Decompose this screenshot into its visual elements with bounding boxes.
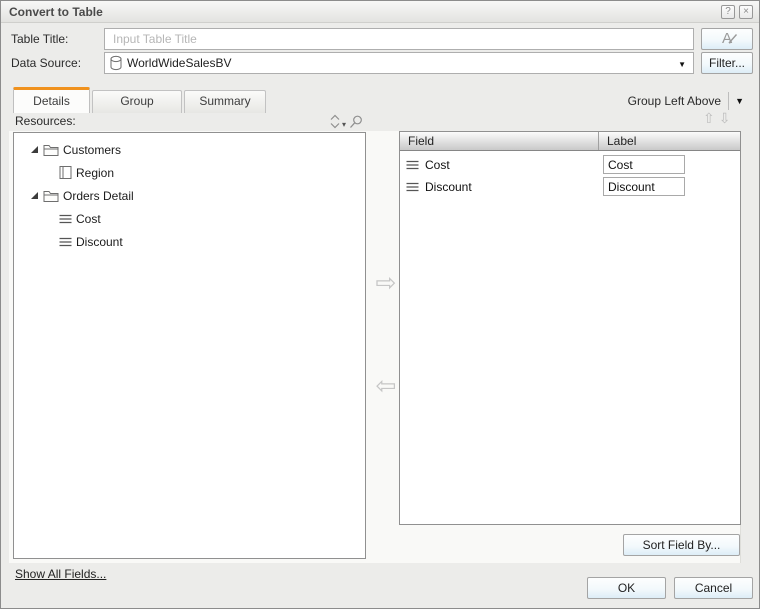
tree-node-label: Orders Detail	[63, 189, 134, 203]
fields-table: Field Label Cost Discount	[399, 131, 741, 525]
move-up-icon[interactable]: ⇧	[703, 110, 719, 126]
show-all-fields-link[interactable]: Show All Fields...	[15, 567, 106, 581]
tab-summary[interactable]: Summary	[184, 90, 266, 113]
panel-icon	[59, 165, 72, 180]
fields-table-body: Cost Discount	[400, 151, 740, 198]
combo-dropdown-icon[interactable]: ▼	[678, 60, 686, 69]
convert-to-table-dialog: Convert to Table ? × Table Title: A Data…	[0, 0, 760, 609]
column-header-field: Field	[400, 132, 599, 150]
tree-node-cost[interactable]: Cost	[14, 207, 365, 230]
table-title-label: Table Title:	[11, 28, 68, 50]
expanded-triangle-icon[interactable]	[31, 192, 38, 199]
tree-node-label: Customers	[63, 143, 121, 157]
field-icon	[59, 213, 72, 225]
column-header-label: Label	[599, 132, 740, 150]
data-source-label: Data Source:	[11, 52, 81, 74]
move-field-arrows: ⇧⇩	[703, 110, 734, 127]
field-icon	[59, 236, 72, 248]
table-title-input[interactable]	[104, 28, 694, 50]
label-input-discount[interactable]	[603, 177, 685, 196]
remove-field-icon[interactable]: ⇦	[373, 371, 399, 401]
dialog-title: Convert to Table	[9, 5, 717, 19]
help-icon[interactable]: ?	[721, 5, 735, 19]
close-icon[interactable]: ×	[739, 5, 753, 19]
title-bar: Convert to Table ? ×	[1, 1, 759, 23]
tree-node-orders-detail[interactable]: Orders Detail	[14, 184, 365, 207]
data-source-combobox[interactable]: WorldWideSalesBV ▼	[104, 52, 694, 74]
database-icon	[109, 55, 123, 71]
sort-dropdown-icon[interactable]: ▾	[342, 121, 346, 129]
tab-group[interactable]: Group	[92, 90, 182, 113]
font-az-icon: A	[716, 31, 738, 47]
tab-details[interactable]: Details	[13, 87, 90, 113]
sort-field-by-button[interactable]: Sort Field By...	[623, 534, 740, 556]
expanded-triangle-icon[interactable]	[31, 146, 38, 153]
group-position-dropdown-icon[interactable]: ▼	[735, 96, 744, 106]
resources-label: Resources:	[15, 112, 76, 131]
cancel-button[interactable]: Cancel	[674, 577, 753, 599]
group-position-dropdown[interactable]: Group Left Above ▼	[628, 91, 744, 111]
tree-node-discount[interactable]: Discount	[14, 230, 365, 253]
group-position-label: Group Left Above	[628, 94, 721, 108]
table-row-discount[interactable]: Discount	[400, 176, 740, 198]
data-source-value: WorldWideSalesBV	[127, 56, 231, 70]
tree-node-label: Region	[76, 166, 114, 180]
resources-toolbar: ▾	[329, 112, 363, 129]
field-name: Cost	[425, 158, 450, 172]
tree-node-customers[interactable]: Customers	[14, 138, 365, 161]
sort-order-icon[interactable]	[329, 114, 341, 129]
tree-node-label: Cost	[76, 212, 101, 226]
field-name: Discount	[425, 180, 472, 194]
ok-button[interactable]: OK	[587, 577, 666, 599]
filter-button[interactable]: Filter...	[701, 52, 753, 74]
field-icon	[406, 159, 419, 171]
add-field-icon[interactable]: ⇨	[373, 268, 399, 298]
divider	[728, 92, 729, 110]
move-down-icon[interactable]: ⇩	[719, 110, 735, 126]
label-input-cost[interactable]	[603, 155, 685, 174]
field-icon	[406, 181, 419, 193]
folder-icon	[43, 143, 59, 157]
tree-node-region[interactable]: Region	[14, 161, 365, 184]
folder-icon	[43, 189, 59, 203]
fields-table-header: Field Label	[400, 132, 740, 151]
search-icon[interactable]	[349, 115, 363, 129]
table-row-cost[interactable]: Cost	[400, 154, 740, 176]
tab-strip: Details Group Summary	[13, 87, 268, 113]
resources-tree: Customers Region Orders Detail	[13, 132, 366, 559]
font-style-button[interactable]: A	[701, 28, 753, 50]
tree-node-label: Discount	[76, 235, 123, 249]
